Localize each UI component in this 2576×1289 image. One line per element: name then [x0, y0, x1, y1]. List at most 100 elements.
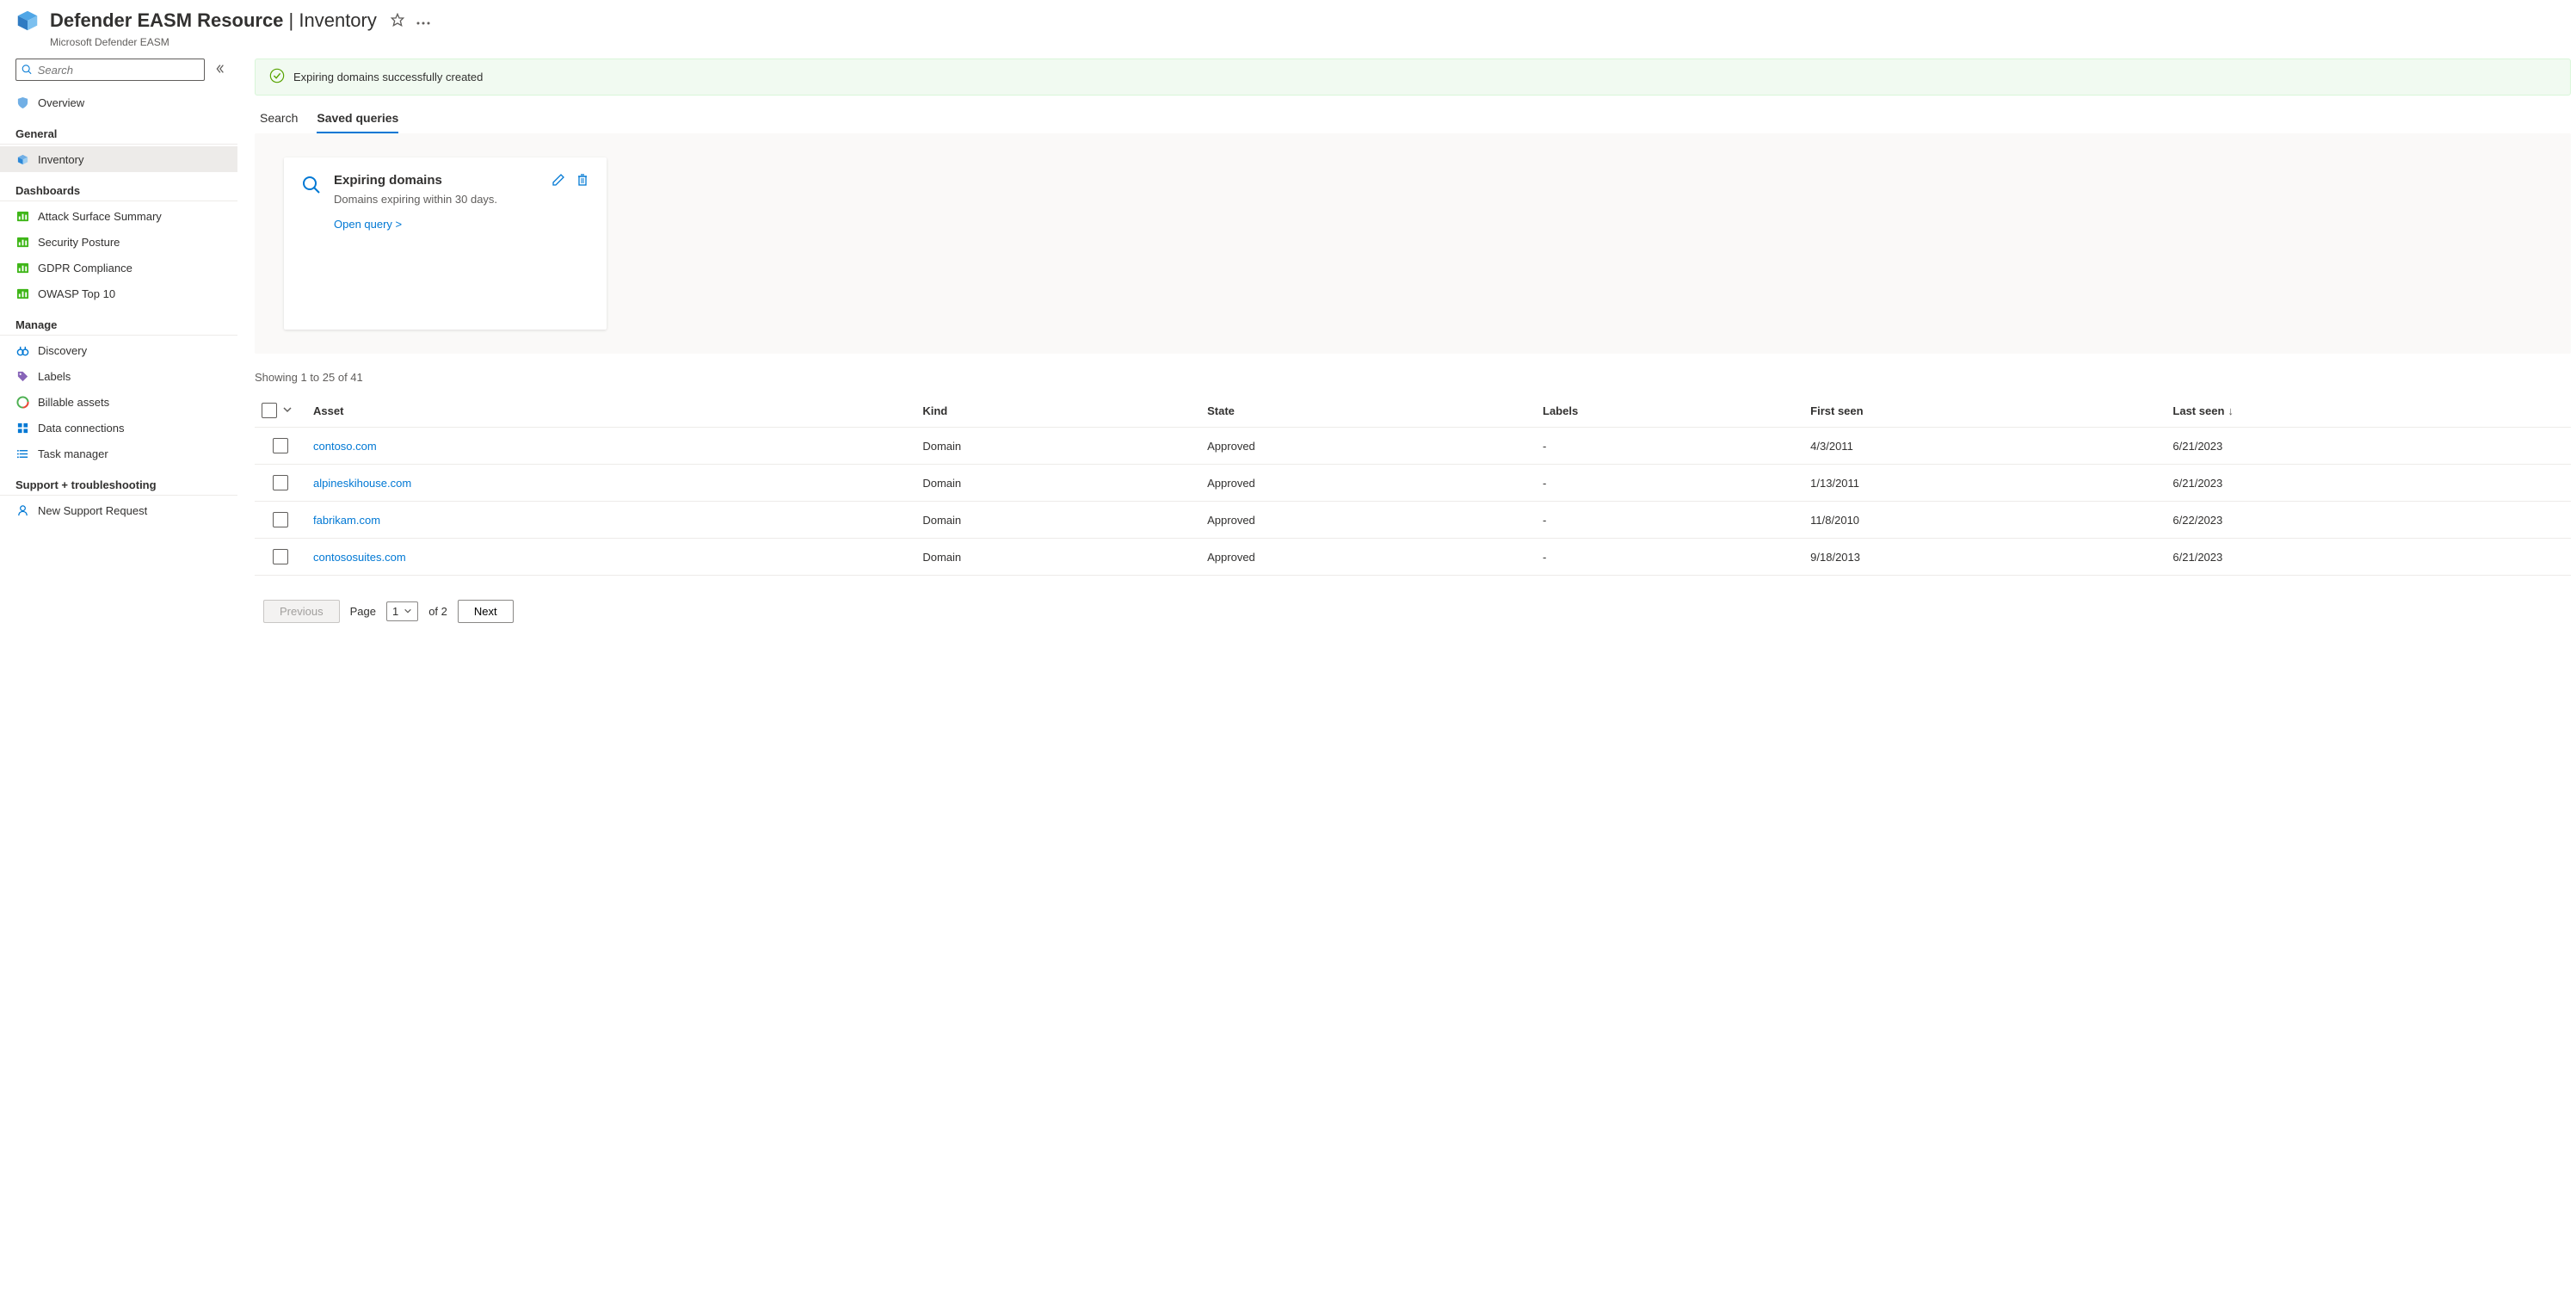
- column-header-state[interactable]: State: [1200, 394, 1536, 428]
- cell-last-seen: 6/21/2023: [2166, 539, 2571, 576]
- chart-icon: [15, 287, 29, 300]
- edit-icon[interactable]: [552, 173, 565, 189]
- previous-button[interactable]: Previous: [263, 600, 340, 623]
- column-header-last-seen[interactable]: Last seen↓: [2166, 394, 2571, 428]
- cell-labels: -: [1536, 539, 1803, 576]
- sidebar-item-gdpr[interactable]: GDPR Compliance: [0, 255, 237, 281]
- cell-first-seen: 4/3/2011: [1803, 428, 2166, 465]
- cell-last-seen: 6/21/2023: [2166, 428, 2571, 465]
- more-actions-icon[interactable]: [416, 15, 430, 28]
- pagination: Previous Page 1 of 2 Next: [255, 576, 2576, 632]
- shield-icon: [15, 96, 29, 109]
- cell-labels: -: [1536, 465, 1803, 502]
- page-select[interactable]: 1: [386, 601, 418, 621]
- asset-link[interactable]: contososuites.com: [313, 551, 406, 564]
- sidebar-item-label: New Support Request: [38, 504, 147, 517]
- sidebar-section-general: General: [0, 122, 237, 145]
- inventory-table: Asset Kind State Labels First seen Last …: [255, 394, 2571, 576]
- table-row[interactable]: contososuites.com DomainApproved-9/18/201…: [255, 539, 2571, 576]
- chart-icon: [15, 261, 29, 274]
- sidebar-item-overview[interactable]: Overview: [0, 89, 237, 115]
- chevron-down-icon[interactable]: [282, 404, 293, 417]
- sidebar-item-label: Labels: [38, 370, 71, 383]
- check-circle-icon: [269, 68, 285, 86]
- cell-state: Approved: [1200, 465, 1536, 502]
- support-icon: [15, 503, 29, 517]
- cell-first-seen: 11/8/2010: [1803, 502, 2166, 539]
- sidebar-item-data-connections[interactable]: Data connections: [0, 415, 237, 441]
- sidebar-item-billable[interactable]: Billable assets: [0, 389, 237, 415]
- row-checkbox[interactable]: [273, 475, 288, 490]
- cell-kind: Domain: [915, 502, 1200, 539]
- sidebar-item-label: Inventory: [38, 153, 83, 166]
- sidebar-section-support: Support + troubleshooting: [0, 473, 237, 496]
- sidebar-item-label: Data connections: [38, 422, 124, 435]
- grid-icon: [15, 421, 29, 435]
- cell-last-seen: 6/22/2023: [2166, 502, 2571, 539]
- sidebar-item-label: Attack Surface Summary: [38, 210, 162, 223]
- sidebar: Overview General Inventory Dashboards At…: [0, 55, 237, 649]
- cell-last-seen: 6/21/2023: [2166, 465, 2571, 502]
- page-total: of 2: [428, 605, 447, 618]
- sidebar-item-label: Billable assets: [38, 396, 109, 409]
- sort-down-icon: ↓: [2228, 404, 2234, 417]
- column-header-kind[interactable]: Kind: [915, 394, 1200, 428]
- cell-state: Approved: [1200, 428, 1536, 465]
- table-row[interactable]: contoso.comDomainApproved-4/3/20116/21/2…: [255, 428, 2571, 465]
- row-checkbox[interactable]: [273, 512, 288, 527]
- sidebar-collapse-icon[interactable]: [213, 63, 225, 77]
- cell-kind: Domain: [915, 539, 1200, 576]
- binoculars-icon: [15, 343, 29, 357]
- asset-link[interactable]: fabrikam.com: [313, 514, 380, 527]
- sidebar-item-label: Overview: [38, 96, 84, 109]
- cell-state: Approved: [1200, 539, 1536, 576]
- sidebar-item-task-manager[interactable]: Task manager: [0, 441, 237, 466]
- select-all-checkbox[interactable]: [262, 403, 277, 418]
- sidebar-item-inventory[interactable]: Inventory: [0, 146, 237, 172]
- tab-search[interactable]: Search: [260, 106, 298, 133]
- chart-icon: [15, 235, 29, 249]
- sidebar-item-label: Task manager: [38, 447, 108, 460]
- sidebar-item-labels[interactable]: Labels: [0, 363, 237, 389]
- cell-first-seen: 1/13/2011: [1803, 465, 2166, 502]
- sidebar-search[interactable]: [15, 59, 205, 81]
- column-header-asset[interactable]: Asset: [306, 394, 915, 428]
- sidebar-item-owasp[interactable]: OWASP Top 10: [0, 281, 237, 306]
- column-header-select[interactable]: [255, 394, 306, 428]
- sidebar-item-attack-surface[interactable]: Attack Surface Summary: [0, 203, 237, 229]
- row-checkbox[interactable]: [273, 549, 288, 564]
- next-button[interactable]: Next: [458, 600, 514, 623]
- page-label: Page: [350, 605, 376, 618]
- asset-link[interactable]: contoso.com: [313, 440, 377, 453]
- asset-link[interactable]: alpineskihouse.com: [313, 477, 411, 490]
- main-content: Expiring domains successfully created Se…: [237, 55, 2576, 649]
- sidebar-section-manage: Manage: [0, 313, 237, 336]
- sidebar-item-label: GDPR Compliance: [38, 262, 132, 274]
- row-checkbox[interactable]: [273, 438, 288, 453]
- cube-icon: [15, 152, 29, 166]
- cell-first-seen: 9/18/2013: [1803, 539, 2166, 576]
- table-row[interactable]: alpineskihouse.comDomainApproved-1/13/20…: [255, 465, 2571, 502]
- sidebar-search-input[interactable]: [38, 64, 199, 77]
- tag-icon: [15, 369, 29, 383]
- sidebar-item-security-posture[interactable]: Security Posture: [0, 229, 237, 255]
- cell-kind: Domain: [915, 428, 1200, 465]
- chevron-down-icon: [404, 605, 412, 618]
- notification-text: Expiring domains successfully created: [293, 71, 483, 83]
- sidebar-item-discovery[interactable]: Discovery: [0, 337, 237, 363]
- favorite-star-icon[interactable]: [391, 13, 404, 29]
- cell-state: Approved: [1200, 502, 1536, 539]
- column-header-first-seen[interactable]: First seen: [1803, 394, 2166, 428]
- delete-icon[interactable]: [576, 173, 589, 189]
- sidebar-item-support-request[interactable]: New Support Request: [0, 497, 237, 523]
- table-row[interactable]: fabrikam.comDomainApproved-11/8/20106/22…: [255, 502, 2571, 539]
- tab-saved-queries[interactable]: Saved queries: [317, 106, 398, 133]
- results-count: Showing 1 to 25 of 41: [255, 366, 2576, 394]
- chart-icon: [15, 209, 29, 223]
- saved-queries-panel: Expiring domains Domains expiring within…: [255, 133, 2571, 354]
- sidebar-item-label: OWASP Top 10: [38, 287, 115, 300]
- column-header-labels[interactable]: Labels: [1536, 394, 1803, 428]
- page-subtitle: Microsoft Defender EASM: [0, 36, 2576, 48]
- open-query-link[interactable]: Open query >: [334, 218, 402, 231]
- sidebar-section-dashboards: Dashboards: [0, 179, 237, 201]
